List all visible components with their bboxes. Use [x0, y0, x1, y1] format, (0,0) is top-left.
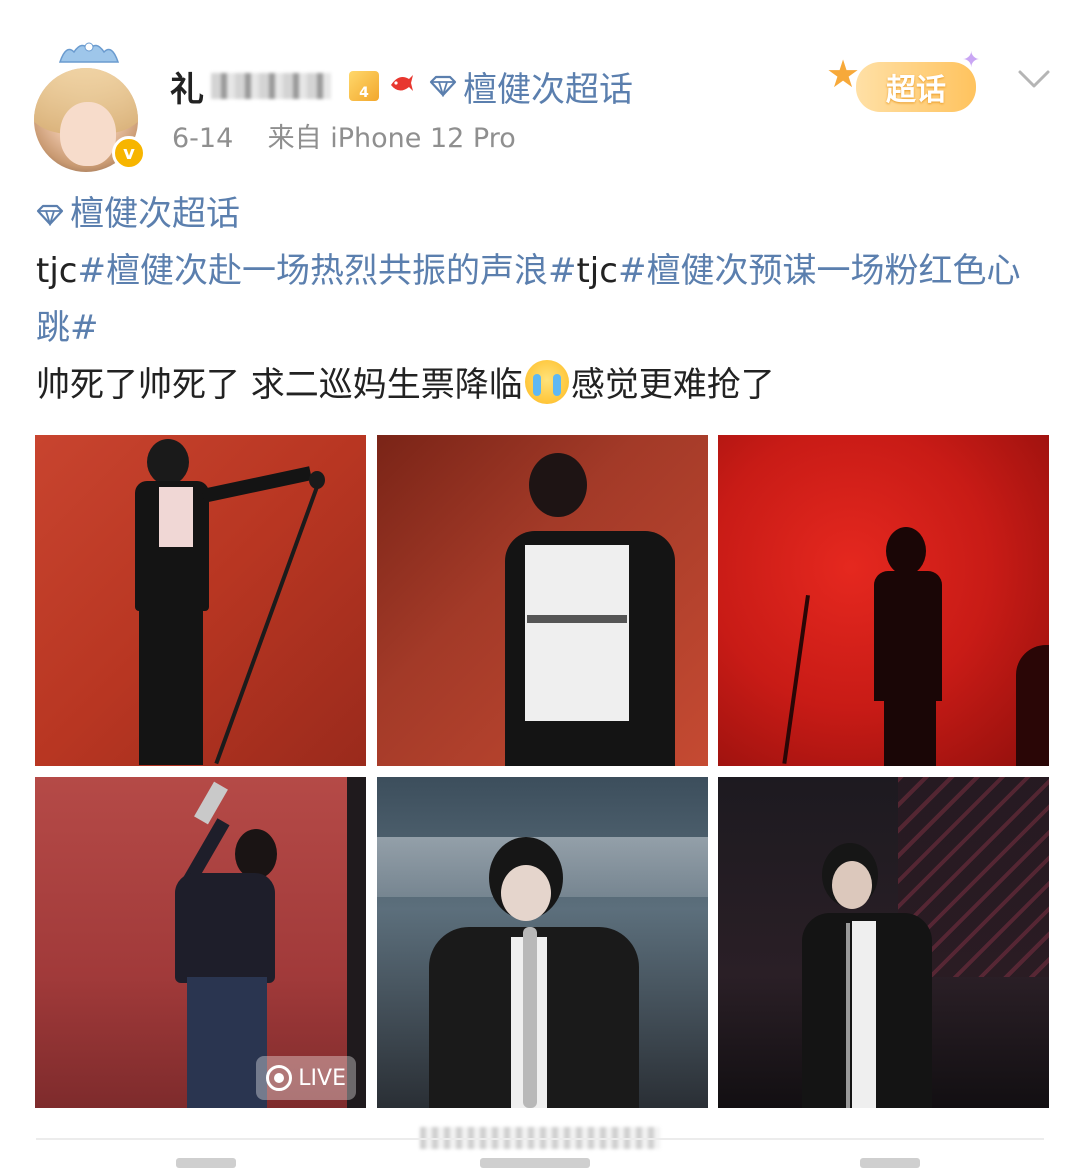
body-text-2: 感觉更难抢了	[570, 365, 775, 405]
cry-emoji-icon	[524, 360, 569, 404]
fish-icon	[387, 69, 415, 104]
diamond-icon	[36, 204, 64, 226]
supertopic-label: 檀健次超话	[463, 69, 633, 110]
post-content: 檀健次超话 tjc#檀健次赴一场热烈共振的声浪#tjc#檀健次预谋一场粉红色心跳…	[36, 186, 1036, 414]
action-bar	[0, 1150, 1080, 1168]
body-text-1: 帅死了帅死了 求二巡妈生票降临	[36, 365, 523, 405]
topic-link[interactable]: 檀健次超话	[36, 186, 1036, 243]
chevron-down-icon[interactable]	[1016, 60, 1052, 96]
diamond-icon	[429, 75, 457, 97]
photo-3[interactable]	[718, 435, 1049, 766]
chaohua-badge[interactable]: ★ 超话 ✦	[826, 48, 986, 118]
body-text: 帅死了帅死了 求二巡妈生票降临 感觉更难抢了	[36, 357, 1036, 414]
photo-1[interactable]	[35, 435, 366, 766]
photo-grid: LIVE	[35, 435, 1050, 1108]
name-row: 礼 4 檀健次超话	[170, 60, 633, 112]
verified-icon: v	[112, 136, 146, 170]
action-like[interactable]	[860, 1158, 920, 1168]
timestamp: 6-14	[172, 123, 234, 154]
avatar[interactable]: v	[34, 38, 146, 172]
photo-2[interactable]	[377, 435, 708, 766]
action-comment[interactable]	[480, 1158, 590, 1168]
live-badge[interactable]: LIVE	[256, 1056, 356, 1100]
chaohua-label: 超话	[856, 62, 976, 112]
post-header: v 礼 4 檀健次超话 6-14 来自 iPhone 12 Pro ★ 超话 ✦	[0, 0, 1080, 172]
live-icon	[266, 1065, 293, 1091]
post-source: 来自 iPhone 12 Pro	[267, 123, 516, 154]
level-icon: 4	[349, 71, 379, 101]
photo-5[interactable]	[377, 777, 708, 1108]
photo-4[interactable]: LIVE	[35, 777, 366, 1108]
supertopic-link[interactable]: 檀健次超话	[429, 62, 633, 111]
post-meta: 6-14 来自 iPhone 12 Pro	[172, 116, 516, 155]
sparkle-icon: ✦	[962, 48, 981, 73]
username-blurred	[211, 73, 331, 99]
username[interactable]: 礼	[170, 62, 205, 111]
avatar-crown-icon	[58, 42, 120, 63]
text-mid: tjc	[576, 251, 618, 291]
topic-link-label: 檀健次超话	[70, 194, 240, 234]
topics-paragraph: tjc#檀健次赴一场热烈共振的声浪#tjc#檀健次预谋一场粉红色心跳#	[36, 243, 1036, 357]
chaohua-star-icon: ★	[826, 52, 861, 96]
text-prefix: tjc	[36, 251, 78, 291]
action-repost[interactable]	[176, 1158, 236, 1168]
divider	[36, 1138, 1044, 1140]
hashtag-1[interactable]: #檀健次赴一场热烈共振的声浪#	[77, 251, 576, 291]
live-label: LIVE	[298, 1065, 346, 1091]
photo-6[interactable]	[718, 777, 1049, 1108]
